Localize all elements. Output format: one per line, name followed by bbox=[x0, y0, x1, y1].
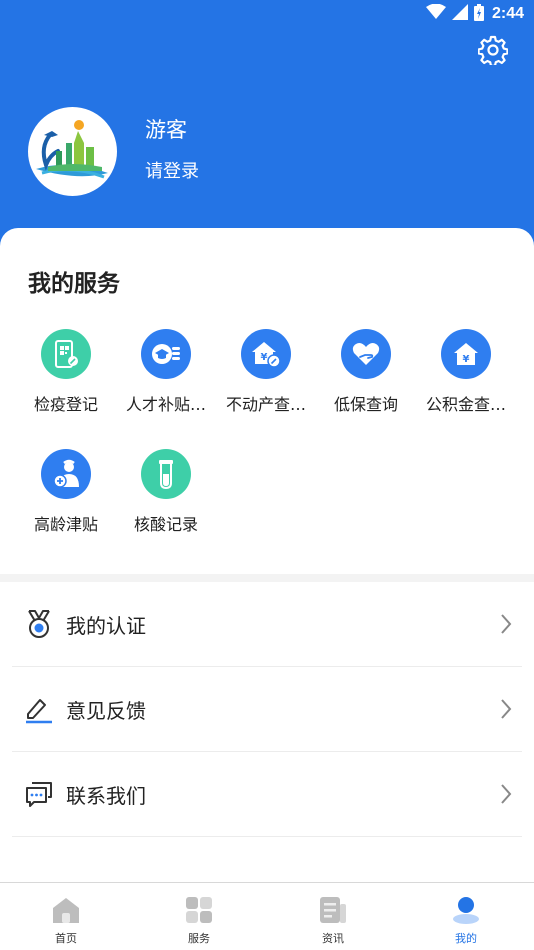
graduation-coin-icon bbox=[141, 329, 191, 379]
menu-label: 联系我们 bbox=[66, 783, 146, 808]
battery-icon bbox=[473, 3, 484, 25]
service-talent-subsidy[interactable]: 人才补贴… bbox=[116, 329, 216, 415]
tab-label: 首页 bbox=[55, 932, 77, 945]
chevron-right-icon bbox=[500, 613, 512, 639]
tab-label: 我的 bbox=[455, 932, 477, 945]
menu-label: 意见反馈 bbox=[66, 698, 146, 723]
service-housing-fund-query[interactable]: ¥ 公积金查… bbox=[416, 329, 516, 415]
city-logo-icon bbox=[28, 107, 117, 196]
menu-contact-us[interactable]: 联系我们 bbox=[12, 752, 522, 837]
tab-mine[interactable]: 我的 bbox=[416, 883, 516, 950]
profile-icon bbox=[451, 895, 481, 925]
username: 游客 bbox=[145, 118, 187, 142]
settings-button[interactable] bbox=[476, 35, 510, 69]
signal-icon bbox=[451, 4, 468, 24]
chevron-right-icon bbox=[500, 783, 512, 809]
gear-icon bbox=[477, 35, 509, 69]
menu-my-certification[interactable]: 我的认证 bbox=[12, 582, 522, 667]
tab-label: 服务 bbox=[188, 932, 210, 945]
service-label: 核酸记录 bbox=[133, 515, 198, 534]
home-icon bbox=[51, 895, 81, 925]
service-label: 不动产查… bbox=[225, 395, 306, 414]
test-tube-icon bbox=[141, 449, 191, 499]
phone-qr-icon bbox=[41, 329, 91, 379]
status-time: 2:44 bbox=[491, 5, 524, 22]
service-subsistence-query[interactable]: 低保查询 bbox=[316, 329, 416, 415]
elder-person-icon bbox=[41, 449, 91, 499]
services-title: 我的服务 bbox=[28, 271, 120, 297]
service-label: 低保查询 bbox=[333, 395, 398, 414]
section-divider bbox=[0, 574, 534, 582]
avatar[interactable] bbox=[28, 107, 117, 196]
edit-icon bbox=[24, 694, 54, 724]
service-quarantine-registration[interactable]: 检疫登记 bbox=[16, 329, 116, 415]
service-label: 公积金查… bbox=[425, 395, 506, 414]
tab-news[interactable]: 资讯 bbox=[283, 883, 383, 950]
status-bar: 2:44 bbox=[425, 0, 534, 28]
menu-feedback[interactable]: 意见反馈 bbox=[12, 667, 522, 752]
service-nucleic-acid-records[interactable]: 核酸记录 bbox=[116, 449, 216, 535]
house-fund-icon: ¥ bbox=[441, 329, 491, 379]
service-label: 人才补贴… bbox=[125, 395, 206, 414]
chevron-right-icon bbox=[500, 698, 512, 724]
service-label: 高龄津贴 bbox=[33, 515, 98, 534]
services-card: 我的服务 检疫登记 人才补贴… ¥ 不动产查… 低保查询 ¥ 公积金查… 高龄津… bbox=[0, 228, 534, 574]
svg-text:¥: ¥ bbox=[261, 352, 268, 363]
wifi-icon bbox=[425, 3, 446, 24]
tab-services[interactable]: 服务 bbox=[149, 883, 249, 950]
house-yen-icon: ¥ bbox=[241, 329, 291, 379]
heart-hand-icon bbox=[341, 329, 391, 379]
tab-home[interactable]: 首页 bbox=[16, 883, 116, 950]
service-senior-allowance[interactable]: 高龄津贴 bbox=[16, 449, 116, 535]
news-icon bbox=[318, 895, 348, 925]
chat-icon bbox=[24, 779, 54, 809]
tab-label: 资讯 bbox=[322, 932, 344, 945]
service-label: 检疫登记 bbox=[33, 395, 98, 414]
login-link[interactable]: 请登录 bbox=[145, 157, 199, 183]
grid-icon bbox=[184, 895, 214, 925]
svg-text:¥: ¥ bbox=[463, 354, 470, 365]
bottom-tab-bar: 首页 服务 资讯 我的 bbox=[0, 882, 534, 950]
menu-label: 我的认证 bbox=[66, 613, 146, 638]
medal-icon bbox=[24, 609, 54, 639]
service-real-estate-query[interactable]: ¥ 不动产查… bbox=[216, 329, 316, 415]
